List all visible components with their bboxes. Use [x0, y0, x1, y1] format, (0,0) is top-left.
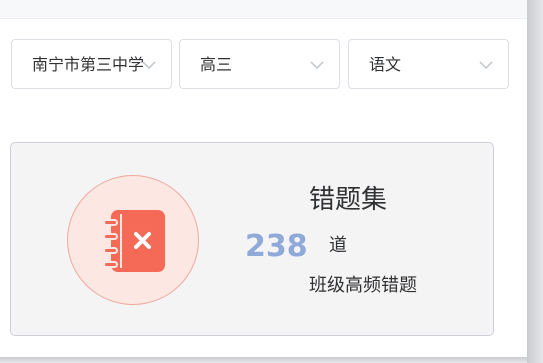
wrong-question-book-icon: [103, 210, 165, 272]
school-select-value: 南宁市第三中学: [32, 55, 145, 74]
icon-circle: [67, 175, 199, 305]
school-select[interactable]: 南宁市第三中学: [11, 39, 172, 89]
page: 南宁市第三中学 高三 语文 错题集 238 道 班级高频错题: [0, 0, 527, 357]
window-shadow-bottom: [0, 357, 527, 363]
chevron-down-icon: [142, 61, 156, 70]
subject-select-value: 语文: [369, 55, 402, 74]
card-subtitle: 班级高频错题: [309, 275, 417, 296]
window-shadow-right: [527, 0, 543, 363]
grade-select[interactable]: 高三: [179, 39, 340, 89]
top-bar: [0, 0, 527, 19]
wrong-questions-card[interactable]: 错题集 238 道 班级高频错题: [10, 142, 494, 336]
count-unit: 道: [329, 235, 347, 256]
question-count: 238: [245, 229, 308, 264]
subject-select[interactable]: 语文: [348, 39, 509, 89]
chevron-down-icon: [479, 61, 493, 70]
card-title: 错题集: [309, 185, 388, 215]
chevron-down-icon: [310, 61, 324, 70]
grade-select-value: 高三: [200, 55, 233, 74]
